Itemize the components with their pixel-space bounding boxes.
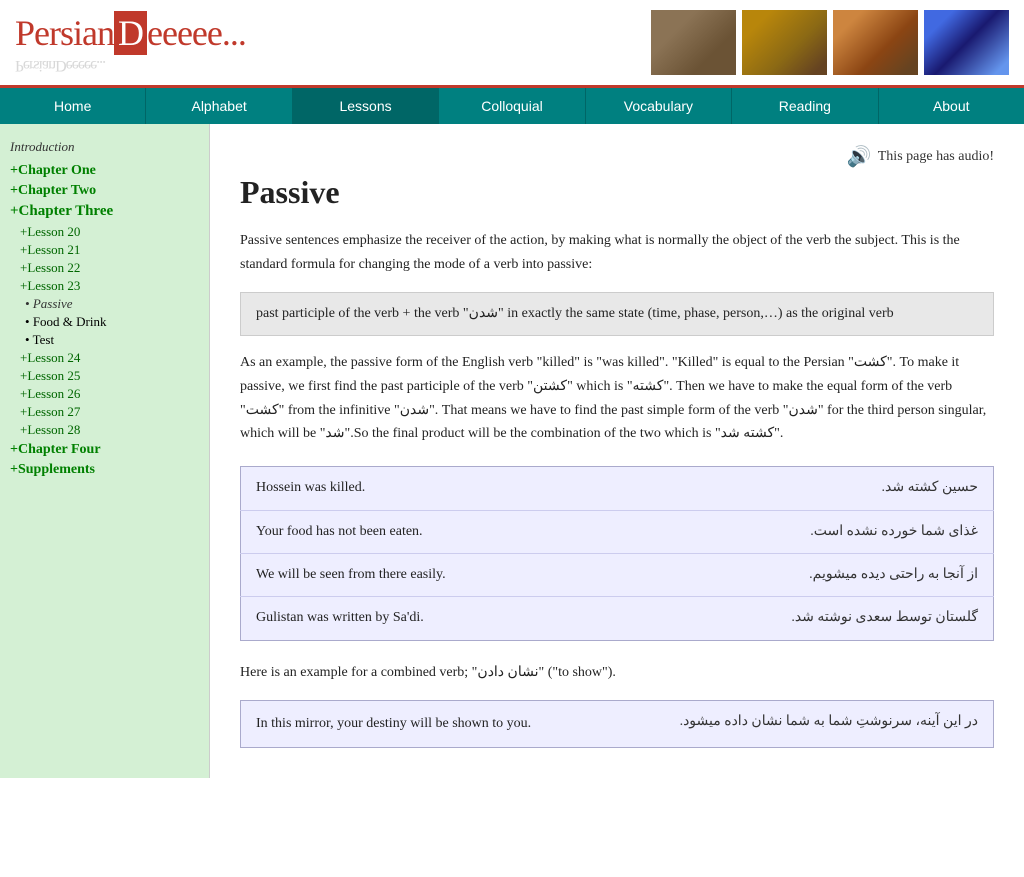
combined-persian: در این آینه، سرنوشتِ شما به شما نشان داد…: [627, 713, 978, 730]
header-image-3: [833, 10, 918, 75]
example-english-1: Hossein was killed.: [241, 467, 618, 510]
main-content: Introduction +Chapter One +Chapter Two +…: [0, 124, 1024, 778]
sidebar-sub-passive[interactable]: • Passive: [25, 296, 199, 312]
combined-verb-persian: نشان دادن: [477, 665, 538, 680]
sidebar-chapter-three[interactable]: +Chapter Three: [10, 203, 199, 220]
nav-about[interactable]: About: [879, 88, 1024, 124]
audio-label: This page has audio!: [878, 149, 994, 165]
sidebar-lesson-21[interactable]: +Lesson 21: [20, 242, 199, 258]
sidebar-lesson-22[interactable]: +Lesson 22: [20, 260, 199, 276]
sidebar-lesson-20[interactable]: +Lesson 20: [20, 224, 199, 240]
nav: Home Alphabet Lessons Colloquial Vocabul…: [0, 88, 1024, 124]
audio-notice[interactable]: 🔊 This page has audio!: [240, 144, 994, 169]
content-area: 🔊 This page has audio! Passive Passive s…: [210, 124, 1024, 778]
sidebar-lesson-28[interactable]: +Lesson 28: [20, 422, 199, 438]
sidebar-intro: Introduction: [10, 139, 199, 155]
logo-reflection: PersianDeeeee...: [15, 56, 246, 74]
sidebar-lesson-26[interactable]: +Lesson 26: [20, 386, 199, 402]
examples-table: Hossein was killed. حسین کشته شد. Your f…: [240, 466, 994, 641]
nav-colloquial[interactable]: Colloquial: [439, 88, 585, 124]
table-row: Gulistan was written by Sa'di. گلستان تو…: [241, 597, 994, 640]
example-persian-4: گلستان توسط سعدی نوشته شد.: [617, 597, 994, 640]
example-english-4: Gulistan was written by Sa'di.: [241, 597, 618, 640]
nav-alphabet[interactable]: Alphabet: [146, 88, 292, 124]
audio-icon: 🔊: [847, 144, 872, 169]
formula-box: past participle of the verb + the verb "…: [240, 292, 994, 336]
intro-paragraph: Passive sentences emphasize the receiver…: [240, 229, 994, 277]
combined-verb-paragraph: Here is an example for a combined verb; …: [240, 661, 994, 685]
header-image-1: [651, 10, 736, 75]
sidebar-lesson-27[interactable]: +Lesson 27: [20, 404, 199, 420]
example-english-2: Your food has not been eaten.: [241, 510, 618, 553]
sidebar-sub-food[interactable]: • Food & Drink: [25, 314, 199, 330]
example-english-3: We will be seen from there easily.: [241, 553, 618, 596]
sidebar-chapter-two[interactable]: +Chapter Two: [10, 183, 199, 199]
logo-part2: D: [114, 11, 147, 55]
page-title: Passive: [240, 174, 994, 211]
sidebar-chapter-four[interactable]: +Chapter Four: [10, 442, 199, 458]
combined-example-box: In this mirror, your destiny will be sho…: [240, 700, 994, 748]
sidebar-lesson-25[interactable]: +Lesson 25: [20, 368, 199, 384]
sidebar-lesson-23[interactable]: +Lesson 23: [20, 278, 199, 294]
logo-part3: eeeee...: [147, 13, 246, 53]
nav-reading[interactable]: Reading: [732, 88, 878, 124]
example-persian-1: حسین کشته شد.: [617, 467, 994, 510]
nav-vocabulary[interactable]: Vocabulary: [586, 88, 732, 124]
example-paragraph: As an example, the passive form of the E…: [240, 351, 994, 446]
header: PersianDeeeee... PersianDeeeee...: [0, 0, 1024, 88]
logo-area: PersianDeeeee... PersianDeeeee...: [15, 12, 246, 74]
logo[interactable]: PersianDeeeee...: [15, 12, 246, 54]
sidebar-sub-test[interactable]: • Test: [25, 332, 199, 348]
header-image-2: [742, 10, 827, 75]
formula-persian: شدن: [469, 306, 498, 321]
nav-lessons[interactable]: Lessons: [293, 88, 439, 124]
table-row: Your food has not been eaten. غذای شما خ…: [241, 510, 994, 553]
nav-home[interactable]: Home: [0, 88, 146, 124]
example-persian-2: غذای شما خورده نشده است.: [617, 510, 994, 553]
sidebar-chapter-one[interactable]: +Chapter One: [10, 163, 199, 179]
header-images: [651, 10, 1009, 75]
combined-english: In this mirror, your destiny will be sho…: [256, 713, 607, 735]
sidebar-lesson-24[interactable]: +Lesson 24: [20, 350, 199, 366]
sidebar: Introduction +Chapter One +Chapter Two +…: [0, 124, 210, 778]
sidebar-supplements[interactable]: +Supplements: [10, 462, 199, 478]
header-image-4: [924, 10, 1009, 75]
table-row: Hossein was killed. حسین کشته شد.: [241, 467, 994, 510]
logo-part1: Persian: [15, 13, 114, 53]
example-persian-3: از آنجا به راحتی دیده میشویم.: [617, 553, 994, 596]
table-row: We will be seen from there easily. از آن…: [241, 553, 994, 596]
formula-text: past participle of the verb + the verb "…: [256, 306, 894, 321]
